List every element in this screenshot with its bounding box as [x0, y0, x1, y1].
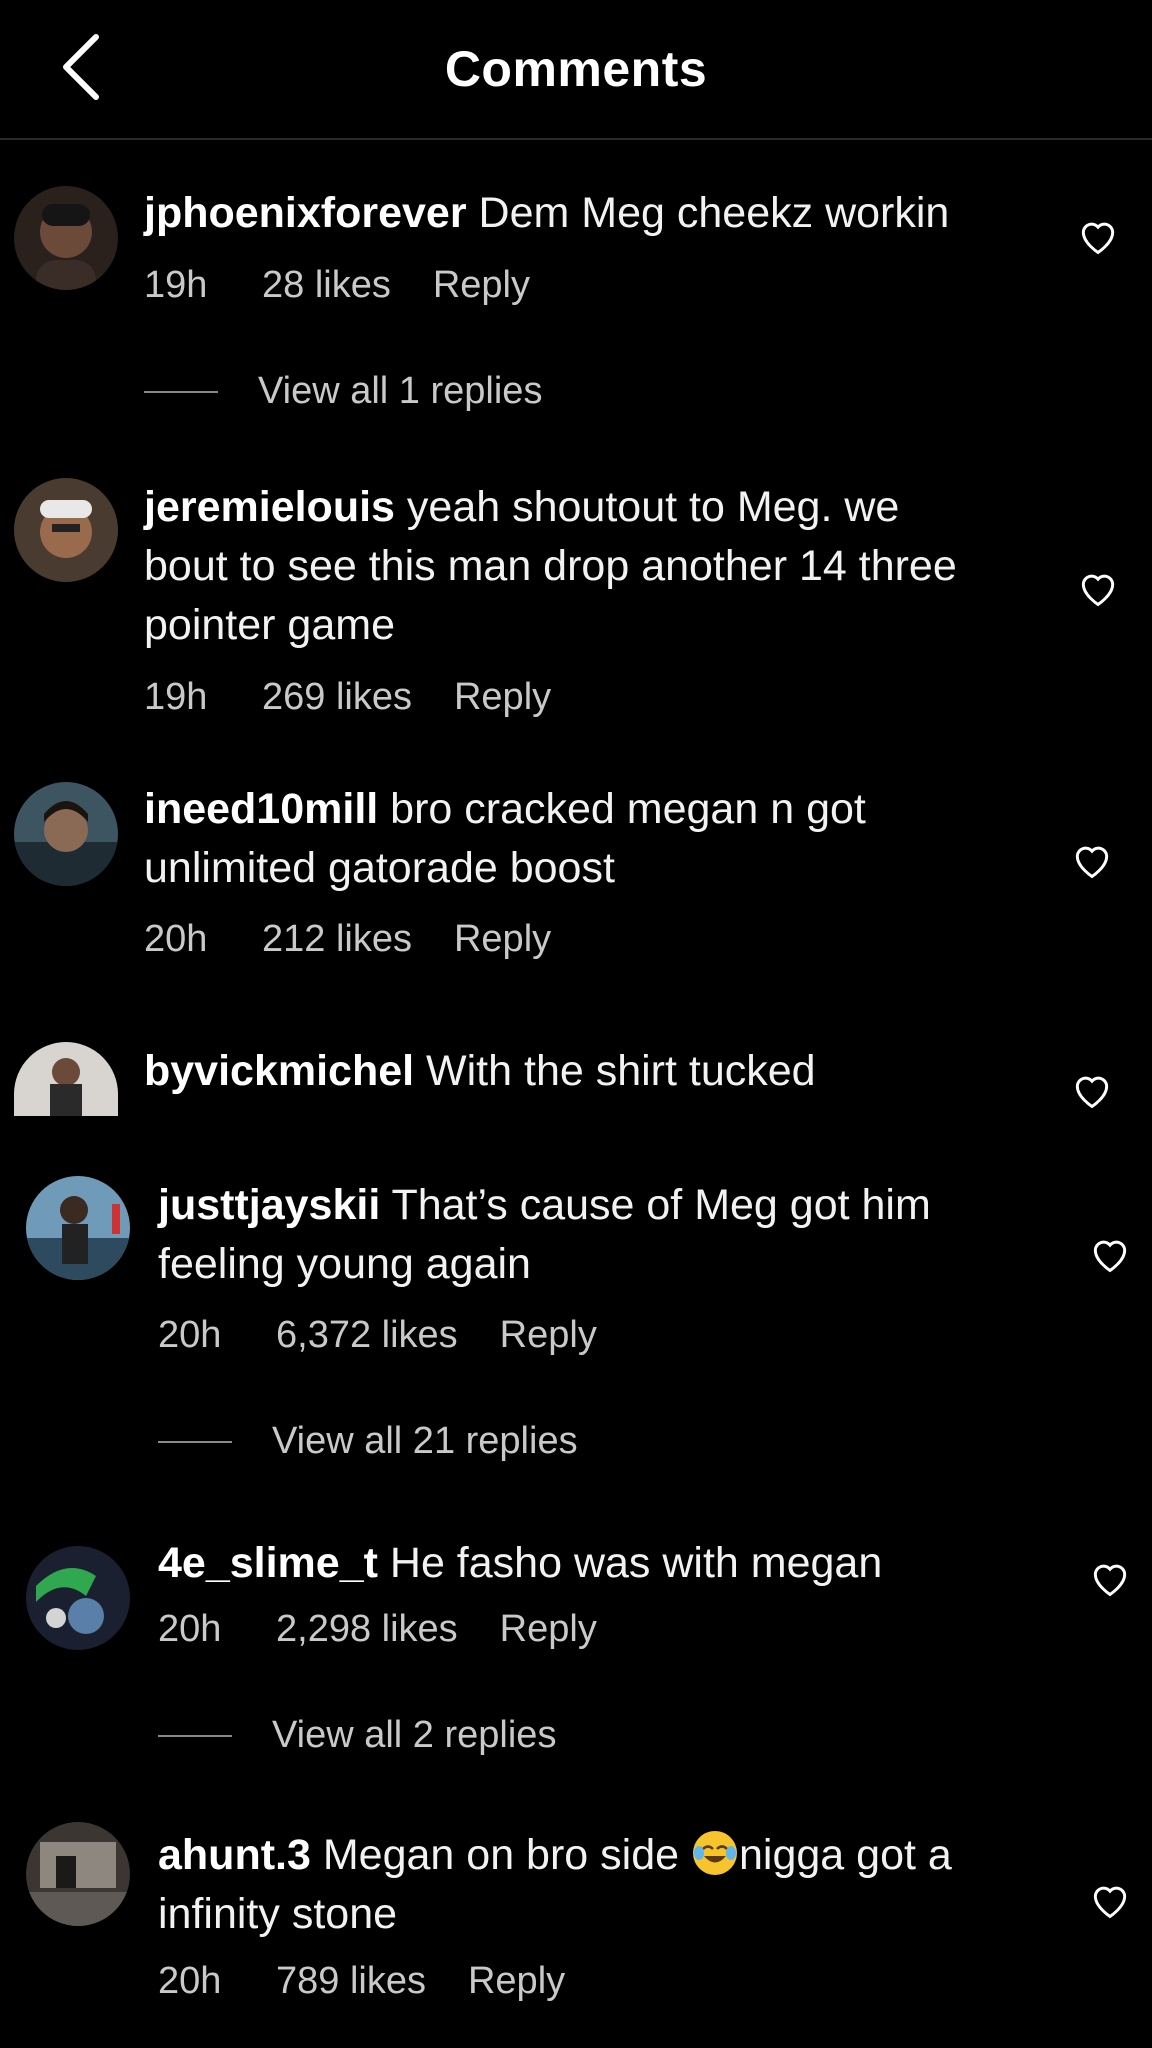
comment-likes[interactable]: 2,298 likes	[276, 1608, 458, 1651]
comment-body: Megan on bro side	[322, 1831, 680, 1879]
comment-body: infinity stone	[158, 1890, 398, 1938]
comment-meta: 19h 28 likes Reply	[144, 264, 530, 307]
avatar[interactable]	[14, 782, 118, 886]
face-with-tears-of-joy-icon	[693, 1831, 737, 1875]
avatar[interactable]	[14, 186, 118, 290]
comment-meta: 19h 269 likes Reply	[144, 676, 551, 719]
comment-time: 20h	[158, 1314, 222, 1356]
comment-time: 20h	[158, 1608, 222, 1650]
divider	[158, 1734, 232, 1737]
comment-likes[interactable]: 28 likes	[262, 264, 391, 307]
divider	[144, 390, 218, 393]
divider	[158, 1440, 232, 1443]
page-title: Comments	[444, 41, 708, 97]
reply-button[interactable]: Reply	[454, 676, 551, 719]
comment-time: 20h	[144, 918, 208, 960]
comment-meta: 20h 789 likes Reply	[158, 1960, 565, 2003]
comment-text: byvickmichel With the shirt tucked	[144, 1042, 1024, 1101]
top-bar: Comments	[0, 0, 1152, 140]
avatar[interactable]	[26, 1822, 130, 1926]
reply-button[interactable]: Reply	[500, 1314, 597, 1357]
comment-username[interactable]: ahunt.3	[158, 1831, 311, 1879]
view-replies-label: View all 21 replies	[272, 1420, 578, 1462]
comment-meta: 20h 212 likes Reply	[144, 918, 551, 961]
comment-username[interactable]: jphoenixforever	[144, 189, 467, 237]
reply-button[interactable]: Reply	[454, 918, 551, 961]
view-replies-button[interactable]: View all 1 replies	[144, 370, 542, 413]
comment-text: jeremielouis yeah shoutout to Meg. we bo…	[144, 478, 1024, 655]
comment-username[interactable]: byvickmichel	[144, 1047, 414, 1095]
comment-text: jphoenixforever Dem Meg cheekz workin	[144, 184, 1024, 243]
reply-button[interactable]: Reply	[468, 1960, 565, 2003]
comment-meta: 20h 2,298 likes Reply	[158, 1608, 597, 1651]
avatar[interactable]	[14, 1042, 118, 1116]
comment-text: ahunt.3 Megan on bro side nigga got a in…	[158, 1826, 1038, 1944]
comment-text: justtjayskii That’s cause of Meg got him…	[158, 1176, 1038, 1294]
avatar[interactable]	[26, 1546, 130, 1650]
avatar[interactable]	[26, 1176, 130, 1280]
comment-body: He fasho was with megan	[389, 1539, 883, 1587]
comment-likes[interactable]: 269 likes	[262, 676, 412, 719]
comment-body: pointer game	[144, 601, 395, 649]
comment-meta: 20h 6,372 likes Reply	[158, 1314, 597, 1357]
comment-username[interactable]: 4e_slime_t	[158, 1539, 378, 1587]
comment-body: That’s cause of Meg got him	[391, 1181, 931, 1229]
comment-username[interactable]: jeremielouis	[144, 483, 395, 531]
view-replies-label: View all 1 replies	[258, 370, 543, 412]
heart-outline-icon[interactable]	[1076, 566, 1120, 610]
comment-text: 4e_slime_t He fasho was with megan	[158, 1534, 1038, 1593]
reply-button[interactable]: Reply	[500, 1608, 597, 1651]
comment-body: unlimited gatorade boost	[144, 844, 615, 892]
comment-likes[interactable]: 212 likes	[262, 918, 412, 961]
heart-outline-icon[interactable]	[1088, 1232, 1132, 1276]
comment-likes[interactable]: 789 likes	[276, 1960, 426, 2003]
comment-body: Dem Meg cheekz workin	[478, 189, 950, 237]
view-replies-button[interactable]: View all 2 replies	[158, 1714, 556, 1757]
comment-time: 19h	[144, 264, 208, 306]
reply-button[interactable]: Reply	[433, 264, 530, 307]
view-replies-button[interactable]: View all 21 replies	[158, 1420, 578, 1463]
comment-body: nigga got a	[739, 1831, 952, 1879]
comment-time: 20h	[158, 1960, 222, 2002]
comment-text: ineed10mill bro cracked megan n got unli…	[144, 780, 1024, 898]
comment-body: yeah shoutout to Meg. we	[406, 483, 900, 531]
comment-time: 19h	[144, 676, 208, 718]
heart-outline-icon[interactable]	[1070, 838, 1114, 882]
avatar[interactable]	[14, 478, 118, 582]
comment-likes[interactable]: 6,372 likes	[276, 1314, 458, 1357]
heart-outline-icon[interactable]	[1088, 1556, 1132, 1600]
heart-outline-icon[interactable]	[1070, 1068, 1114, 1112]
comment-body: feeling young again	[158, 1240, 531, 1288]
comment-username[interactable]: justtjayskii	[158, 1181, 380, 1229]
comment-body: bro cracked megan n got	[390, 785, 866, 833]
comment-username[interactable]: ineed10mill	[144, 785, 378, 833]
heart-outline-icon[interactable]	[1076, 214, 1120, 258]
comment-body: With the shirt tucked	[426, 1047, 816, 1095]
comment-body: bout to see this man drop another 14 thr…	[144, 542, 957, 590]
heart-outline-icon[interactable]	[1088, 1878, 1132, 1922]
view-replies-label: View all 2 replies	[272, 1714, 557, 1756]
